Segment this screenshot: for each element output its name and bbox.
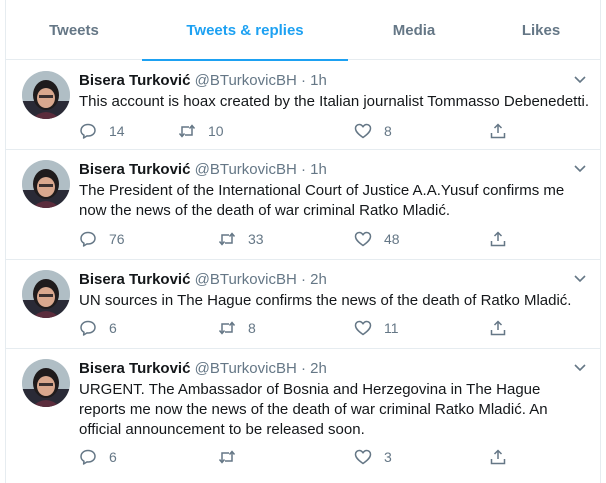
tweet-header: Bisera Turković @BTurkovicBH · 2h	[79, 270, 327, 290]
like-button[interactable]: 11	[354, 318, 399, 338]
avatar[interactable]	[22, 71, 70, 119]
timestamp[interactable]: 1h	[310, 161, 327, 178]
reply-count: 6	[109, 320, 117, 336]
tab-media[interactable]: Media	[348, 0, 480, 60]
profile-tabs: Tweets Tweets & replies Media Likes	[6, 0, 602, 61]
reply-button[interactable]: 76	[79, 229, 125, 249]
retweet-button[interactable]: 8	[218, 318, 256, 338]
share-icon	[490, 320, 506, 336]
reply-button[interactable]: 6	[79, 447, 117, 467]
heart-icon	[354, 320, 372, 336]
tab-tweets[interactable]: Tweets	[6, 0, 142, 60]
chevron-down-icon[interactable]	[572, 270, 588, 286]
retweet-icon	[218, 450, 236, 464]
reply-icon	[80, 231, 96, 247]
share-button[interactable]	[489, 121, 507, 141]
heart-icon	[354, 231, 372, 247]
separator: ·	[300, 161, 306, 178]
chevron-down-icon[interactable]	[572, 160, 588, 176]
separator: ·	[300, 72, 306, 89]
avatar[interactable]	[22, 270, 70, 318]
tweet[interactable]: Bisera Turković @BTurkovicBH · 1h This a…	[6, 61, 600, 150]
timestamp[interactable]: 2h	[310, 271, 327, 288]
tweet-text: URGENT. The Ambassador of Bosnia and Her…	[79, 381, 548, 438]
like-count: 3	[384, 449, 392, 465]
like-count: 11	[384, 320, 399, 336]
heart-icon	[354, 123, 372, 139]
author-name[interactable]: Bisera Turković	[79, 360, 190, 377]
retweet-icon	[178, 124, 196, 138]
author-handle[interactable]: @BTurkovicBH	[195, 161, 297, 178]
author-handle[interactable]: @BTurkovicBH	[195, 271, 297, 288]
avatar[interactable]	[22, 160, 70, 208]
tweet-actions: 6 3	[79, 447, 519, 467]
share-icon	[490, 231, 506, 247]
like-count: 48	[384, 231, 400, 247]
retweet-count: 33	[248, 231, 264, 247]
retweet-icon	[218, 232, 236, 246]
reply-count: 14	[109, 123, 125, 139]
retweet-button[interactable]: 10	[178, 121, 224, 141]
reply-count: 76	[109, 231, 125, 247]
tweet[interactable]: Bisera Turković @BTurkovicBH · 2h URGENT…	[6, 349, 600, 483]
like-button[interactable]: 3	[354, 447, 392, 467]
tweet-text: The President of the International Court…	[79, 182, 565, 219]
avatar[interactable]	[22, 359, 70, 407]
reply-icon	[80, 449, 96, 465]
author-handle[interactable]: @BTurkovicBH	[195, 360, 297, 377]
profile-timeline: Tweets Tweets & replies Media Likes Bise…	[5, 0, 601, 483]
share-icon	[490, 449, 506, 465]
tweet-actions: 76 33 48	[79, 229, 519, 249]
share-icon	[490, 123, 506, 139]
tweet-actions: 6 8 11	[79, 318, 519, 338]
tab-likes[interactable]: Likes	[480, 0, 602, 60]
tweet-header: Bisera Turković @BTurkovicBH · 1h	[79, 160, 327, 180]
share-button[interactable]	[489, 229, 507, 249]
tweet-text: This account is hoax created by the Ital…	[79, 93, 589, 110]
heart-icon	[354, 449, 372, 465]
like-count: 8	[384, 123, 392, 139]
like-button[interactable]: 48	[354, 229, 400, 249]
tweet[interactable]: Bisera Turković @BTurkovicBH · 2h UN sou…	[6, 260, 600, 349]
tweet-header: Bisera Turković @BTurkovicBH · 1h	[79, 71, 327, 91]
retweet-button[interactable]: 33	[218, 229, 264, 249]
reply-icon	[80, 320, 96, 336]
reply-button[interactable]: 14	[79, 121, 125, 141]
retweet-icon	[218, 321, 236, 335]
timestamp[interactable]: 2h	[310, 360, 327, 377]
separator: ·	[300, 360, 306, 377]
tweet[interactable]: Bisera Turković @BTurkovicBH · 1h The Pr…	[6, 150, 600, 260]
tweet-text: UN sources in The Hague confirms the new…	[79, 292, 572, 309]
chevron-down-icon[interactable]	[572, 359, 588, 375]
retweet-count: 10	[208, 123, 224, 139]
separator: ·	[300, 271, 306, 288]
retweet-button[interactable]	[218, 447, 248, 467]
reply-button[interactable]: 6	[79, 318, 117, 338]
like-button[interactable]: 8	[354, 121, 392, 141]
author-name[interactable]: Bisera Turković	[79, 271, 190, 288]
tweet-actions: 14 10 8	[79, 121, 519, 141]
chevron-down-icon[interactable]	[572, 71, 588, 87]
reply-count: 6	[109, 449, 117, 465]
timestamp[interactable]: 1h	[310, 72, 327, 89]
reply-icon	[80, 123, 96, 139]
author-name[interactable]: Bisera Turković	[79, 161, 190, 178]
tweet-header: Bisera Turković @BTurkovicBH · 2h	[79, 359, 327, 379]
tab-tweets-and-replies[interactable]: Tweets & replies	[142, 0, 348, 61]
retweet-count: 8	[248, 320, 256, 336]
share-button[interactable]	[489, 318, 507, 338]
author-name[interactable]: Bisera Turković	[79, 72, 190, 89]
author-handle[interactable]: @BTurkovicBH	[195, 72, 297, 89]
share-button[interactable]	[489, 447, 507, 467]
